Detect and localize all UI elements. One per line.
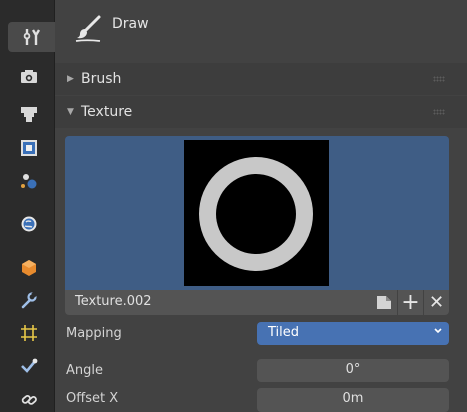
drag-grip-icon[interactable]: [433, 109, 445, 115]
tool-title: Draw: [112, 16, 149, 32]
collapsed-arrow-icon: ▶: [67, 74, 74, 84]
constraints-icon: [21, 395, 37, 405]
tab-render[interactable]: [6, 62, 52, 92]
tab-physics[interactable]: [6, 351, 52, 381]
tab-scene[interactable]: [6, 166, 52, 196]
panel-texture-header[interactable]: ▼ Texture: [55, 96, 467, 128]
ring-texture-image: [199, 157, 313, 271]
tool-header: Draw: [55, 0, 467, 62]
file-browse-icon: [377, 296, 391, 309]
tab-tool[interactable]: [8, 22, 55, 52]
panel-texture-label: Texture: [81, 104, 133, 120]
unlink-texture-button[interactable]: ✕: [424, 290, 449, 315]
tab-view-layer[interactable]: [6, 133, 52, 163]
mapping-value: Tiled: [268, 325, 300, 340]
brush-stroke-icon: [75, 15, 101, 42]
scene-icon: [21, 174, 37, 189]
texture-preview[interactable]: [65, 136, 449, 290]
panel-brush-header[interactable]: ▶ Brush: [55, 63, 467, 95]
plus-icon: +: [401, 290, 420, 315]
angle-label: Angle: [66, 363, 103, 378]
drag-grip-icon[interactable]: [433, 76, 445, 82]
tab-particles[interactable]: [6, 318, 52, 348]
panel-brush-label: Brush: [81, 71, 122, 87]
add-texture-button[interactable]: +: [398, 290, 423, 315]
tab-world[interactable]: [6, 209, 52, 239]
offset-x-field[interactable]: 0m: [257, 388, 449, 412]
offset-x-label: Offset X: [66, 391, 119, 406]
particles-icon: [21, 325, 37, 341]
view-layer-icon: [21, 140, 37, 156]
object-icon: [22, 260, 36, 276]
physics-icon: [21, 358, 38, 373]
properties-editor: Draw ▶ Brush ▼ Texture Texture.002 + ✕ M…: [0, 0, 467, 412]
mapping-label: Mapping: [66, 326, 122, 341]
tab-constraints[interactable]: [6, 384, 52, 412]
texture-name-field[interactable]: Texture.002: [65, 290, 371, 315]
tab-modifiers[interactable]: [6, 285, 52, 315]
texture-preview-image: [184, 140, 329, 286]
angle-field[interactable]: 0°: [257, 359, 449, 382]
new-texture-file-button[interactable]: [371, 290, 397, 315]
tab-output[interactable]: [6, 99, 52, 129]
world-icon: [21, 216, 37, 232]
output-icon: [21, 107, 37, 122]
tab-object[interactable]: [6, 253, 52, 283]
close-icon: ✕: [428, 292, 445, 313]
expanded-arrow-icon: ▼: [67, 107, 74, 117]
properties-tab-strip: [0, 0, 55, 412]
render-icon: [21, 70, 37, 83]
chevron-down-icon: [434, 328, 442, 334]
wrench-icon: [21, 291, 38, 309]
tool-icon: [23, 29, 40, 45]
mapping-dropdown[interactable]: Tiled: [257, 322, 449, 345]
